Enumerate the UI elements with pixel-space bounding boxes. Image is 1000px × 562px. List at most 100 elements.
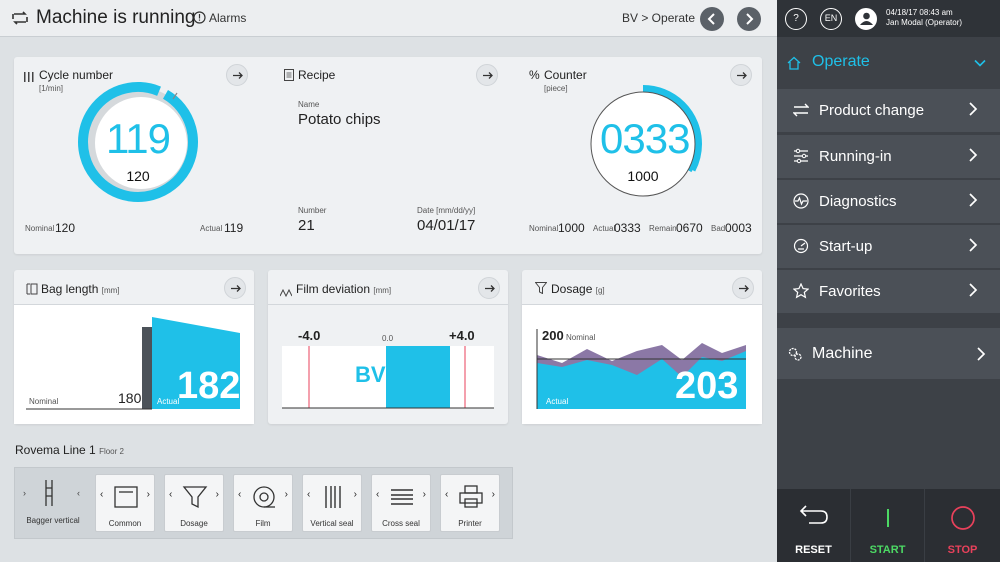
chevron-right-icon: [969, 238, 978, 252]
recipe-name-label: Name: [298, 100, 320, 109]
bag-length-icon: [26, 282, 38, 300]
control-bar: RESET START STOP: [777, 489, 1000, 562]
arrow-right-icon: [483, 72, 493, 79]
sidebar-item-diagnostics[interactable]: Diagnostics: [777, 180, 1000, 224]
current-date: 04/18/17 08:43 am: [886, 8, 953, 17]
bag-length-actual-value: 182: [177, 365, 241, 407]
recipe-date-label: Date [mm/dd/yy]: [417, 206, 476, 215]
sidebar-item-label: Diagnostics: [819, 193, 897, 210]
film-roll-icon: [253, 486, 275, 508]
recipe-open-button[interactable]: [476, 64, 498, 86]
chevron-left-icon: ‹: [307, 489, 311, 500]
module-cross-seal[interactable]: ‹ › Cross seal: [371, 474, 431, 532]
chevron-left-icon: ‹: [77, 488, 80, 498]
reset-label: RESET: [795, 544, 832, 556]
sidebar-item-operate[interactable]: Operate: [777, 37, 1000, 89]
film-deviation-marker: BV: [355, 362, 386, 387]
forward-button[interactable]: [737, 7, 761, 31]
cycle-nominal-value: 120: [55, 221, 76, 235]
recipe-date-value: 04/01/17: [417, 217, 476, 234]
module-label: Common: [108, 519, 142, 528]
sidebar-item-machine[interactable]: Machine: [777, 328, 1000, 380]
arrow-right-icon: [233, 72, 243, 79]
machine-line: › ‹ Bagger vertical ‹ › Common ‹ › Dosag…: [14, 467, 513, 539]
dosage-title: Dosage [g]: [551, 282, 605, 296]
bag-length-actual-label: Actual: [157, 397, 180, 406]
bag-length-nominal-label: Nominal: [29, 397, 59, 406]
film-deviation-center: 0.0: [382, 334, 394, 343]
help-button[interactable]: ?: [785, 8, 807, 30]
chevron-right-icon: [969, 193, 978, 207]
chevron-right-icon: ›: [23, 488, 26, 498]
chevron-right-icon: [969, 148, 978, 162]
cycle-icon: [24, 69, 35, 87]
cycle-number-open-button[interactable]: [226, 64, 248, 86]
module-dosage[interactable]: ‹ › Dosage: [164, 474, 224, 532]
back-button[interactable]: [700, 7, 724, 31]
cycle-actual-label: Actual: [200, 224, 223, 233]
chevron-right-icon: [969, 102, 978, 116]
module-printer[interactable]: ‹ › Printer: [440, 474, 500, 532]
reset-button[interactable]: RESET: [777, 489, 851, 562]
chevron-left-icon: ‹: [169, 489, 173, 500]
page-title: Machine is running: [36, 7, 196, 28]
dosage-open-button[interactable]: [732, 277, 754, 299]
bag-length-open-button[interactable]: [224, 277, 246, 299]
module-film[interactable]: ‹ › Film: [233, 474, 293, 532]
gears-icon: [788, 347, 802, 361]
chevron-left-icon: ‹: [100, 489, 104, 500]
language-button[interactable]: EN: [820, 8, 842, 30]
counter-nominal-label: Nominal: [529, 224, 559, 233]
film-deviation-open-button[interactable]: [478, 277, 500, 299]
counter-remain-label: Remain: [649, 224, 677, 233]
dosage-nominal-value: 200: [542, 328, 564, 343]
top-bar: Machine is running Alarms BV > Operate: [0, 0, 777, 37]
counter-open-button[interactable]: [730, 64, 752, 86]
dosage-actual-label: Actual: [546, 397, 569, 406]
module-common[interactable]: ‹ › Common: [95, 474, 155, 532]
dosage-actual-value: 203: [675, 365, 739, 407]
user-avatar[interactable]: [855, 8, 877, 30]
counter-nominal-value: 1000: [558, 221, 585, 235]
dosage-nominal-label: Nominal: [566, 333, 596, 342]
counter-sub-value: 1000: [627, 168, 659, 184]
overview-card: Cycle number [1/min] 119 120 Nominal 120…: [14, 57, 762, 254]
alarms-link[interactable]: Alarms: [209, 11, 246, 25]
chevron-left-icon: ‹: [238, 489, 242, 500]
bagger-vertical-icon: [45, 480, 53, 506]
sidebar-item-label: Start-up: [819, 238, 873, 255]
arrow-right-icon: [485, 285, 495, 292]
user-icon: [859, 12, 873, 25]
module-bagger-vertical[interactable]: › ‹ Bagger vertical: [19, 474, 87, 532]
module-vertical-seal[interactable]: ‹ › Vertical seal: [302, 474, 362, 532]
recipe-number-label: Number: [298, 206, 327, 215]
chevron-right-icon: ›: [146, 489, 150, 500]
start-button[interactable]: START: [851, 489, 925, 562]
arrow-right-icon: [737, 72, 747, 79]
module-label: Printer: [458, 519, 482, 528]
chevron-left-icon: ‹: [376, 489, 380, 500]
line-title: Rovema Line 1 Floor 2: [15, 443, 124, 457]
stop-label: STOP: [947, 544, 978, 556]
start-icon: [887, 509, 889, 527]
printer-icon: [459, 485, 483, 508]
sidebar-item-running-in[interactable]: Running-in: [777, 135, 1000, 179]
stop-icon: [951, 506, 975, 530]
alarm-icon[interactable]: [193, 11, 206, 29]
arrow-right-icon: [739, 285, 749, 292]
funnel-icon: [534, 281, 548, 299]
film-deviation-min: -4.0: [298, 328, 321, 343]
film-deviation-title: Film deviation [mm]: [296, 282, 392, 296]
sidebar-item-favorites[interactable]: Favorites: [777, 270, 1000, 314]
sidebar-spacer: [777, 316, 1000, 328]
sidebar-item-start-up[interactable]: Start-up: [777, 225, 1000, 269]
undo-icon: [799, 505, 828, 524]
sidebar-header: ? EN 04/18/17 08:43 am Jan Modal (Operat…: [777, 0, 1000, 37]
film-deviation-icon: [279, 284, 293, 302]
module-label: Bagger vertical: [26, 516, 80, 525]
sidebar-item-product-change[interactable]: Product change: [777, 89, 1000, 133]
stop-button[interactable]: STOP: [925, 489, 1000, 562]
breadcrumb: BV > Operate: [622, 11, 696, 25]
current-user: Jan Modal (Operator): [886, 18, 963, 27]
swap-icon: [793, 103, 809, 117]
